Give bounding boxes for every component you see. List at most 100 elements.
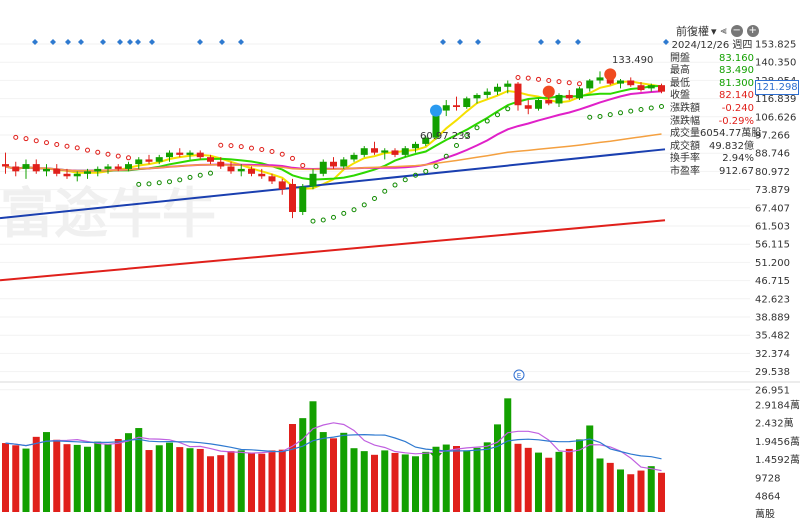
sar-dot: [249, 145, 254, 151]
info-row-value: 49.832億: [709, 140, 754, 152]
candle-body: [176, 152, 184, 155]
volume-bar: [391, 452, 399, 512]
sar-dot: [577, 81, 582, 87]
sar-dot: [115, 153, 121, 159]
volume-bar: [360, 451, 368, 512]
sar-dot: [13, 134, 19, 140]
volume-bar: [186, 448, 194, 512]
candle-body: [381, 150, 389, 153]
volume-bar: [94, 441, 102, 512]
sar-dot: [454, 143, 459, 149]
volume-bar: [371, 454, 378, 512]
volume-bar: [442, 444, 450, 512]
price-tick-label: 73.879: [755, 185, 790, 196]
volume-bar: [2, 443, 9, 512]
candle-body: [237, 168, 245, 172]
candle-body: [32, 164, 40, 172]
sar-dot: [85, 147, 90, 153]
volume-bar: [248, 452, 255, 512]
sar-dot: [44, 140, 49, 146]
volume-bar: [381, 450, 389, 512]
info-row-label: 收盤: [670, 90, 690, 102]
sar-dot: [300, 162, 306, 168]
price-tick-label: 153.825: [755, 40, 796, 51]
sar-dot: [290, 155, 295, 161]
volume-tick-label: 9728: [755, 473, 780, 484]
price-tick-label: 51.200: [755, 258, 790, 269]
sar-dot: [351, 207, 357, 213]
info-row-value: 83.160: [719, 52, 754, 64]
volume-bar: [22, 448, 30, 512]
candle-body: [114, 166, 122, 169]
info-row-label: 漲跌額: [670, 102, 700, 114]
sar-dot: [484, 118, 490, 124]
candle-body: [565, 94, 573, 99]
sar-dot: [331, 214, 336, 220]
info-row: 成交額 49.832億: [670, 141, 754, 154]
volume-bar: [524, 447, 532, 512]
candle-body: [371, 148, 378, 153]
volume-bar: [12, 445, 20, 512]
volume-bar: [176, 447, 184, 512]
info-row: 最低 81.300: [670, 78, 754, 91]
info-row: 開盤 83.160: [670, 53, 754, 66]
info-row: 成交量 6054.77萬股: [670, 128, 761, 141]
price-tick-label: 88.746: [755, 149, 790, 160]
current-price-tag: 121.298: [755, 80, 799, 95]
candle-body: [196, 152, 204, 158]
price-tick-label: 56.115: [755, 240, 790, 251]
sar-dot: [341, 210, 347, 216]
volume-bar: [330, 438, 337, 512]
candle-body: [94, 168, 102, 172]
candle-body: [299, 186, 307, 212]
volume-axis: 2.9184萬 2.432萬 1.9456萬 1.4592萬 9728 4864 萬股: [755, 399, 800, 521]
info-row-label: 最高: [670, 65, 690, 77]
candle-body: [647, 85, 655, 89]
price-tick-label: 61.503: [755, 222, 790, 233]
sell-signal-dot[interactable]: [542, 85, 555, 98]
price-tick-label: 116.839: [755, 94, 796, 105]
candle-body: [555, 94, 563, 104]
candle-body: [248, 168, 255, 174]
volume-bar: [84, 446, 91, 512]
info-row-value: -0.240: [721, 102, 754, 114]
adjust-dropdown[interactable]: 前復權 ▾: [676, 23, 717, 39]
sar-dot: [95, 149, 101, 155]
candle-body: [319, 161, 327, 174]
info-row: 市盈率 912.67: [670, 166, 754, 179]
candle-body: [63, 173, 71, 177]
volume-bar: [217, 455, 225, 512]
watermark: 富途牛牛: [0, 182, 216, 245]
candle-body: [514, 83, 522, 106]
volume-tick-label: 1.9456萬: [755, 435, 800, 448]
minus-circle-icon[interactable]: −: [730, 25, 743, 37]
volume-bar: [166, 442, 173, 512]
volume-bar: [514, 443, 522, 512]
info-row-label: 最低: [670, 77, 690, 89]
price-tick-label: 67.407: [755, 203, 790, 214]
sar-dot: [74, 145, 80, 151]
candle-body: [43, 168, 50, 172]
candle-body: [104, 166, 112, 169]
sar-dot: [372, 196, 377, 202]
volume-bar: [258, 453, 266, 512]
volume-bar: [565, 448, 573, 512]
sar-dot: [525, 75, 531, 81]
candle-body: [412, 143, 419, 149]
volume-bar: [319, 432, 327, 512]
price-tick-label: 140.350: [755, 58, 796, 69]
info-row-label: 開盤: [670, 52, 690, 64]
sar-dot: [659, 104, 664, 110]
volume-bar: [340, 432, 348, 512]
volume-bar: [32, 436, 40, 512]
candle-body: [483, 91, 491, 95]
e-icon[interactable]: E: [513, 369, 525, 381]
plus-circle-icon[interactable]: +: [746, 25, 759, 37]
candle-body: [155, 157, 163, 162]
candle-body: [145, 159, 153, 162]
volume-bar: [350, 448, 358, 512]
buy-signal-dot[interactable]: [430, 104, 442, 117]
candle-chart-icon[interactable]: ⫷: [721, 24, 727, 38]
sell-signal-dot[interactable]: [604, 68, 617, 81]
candle-body: [135, 159, 143, 165]
